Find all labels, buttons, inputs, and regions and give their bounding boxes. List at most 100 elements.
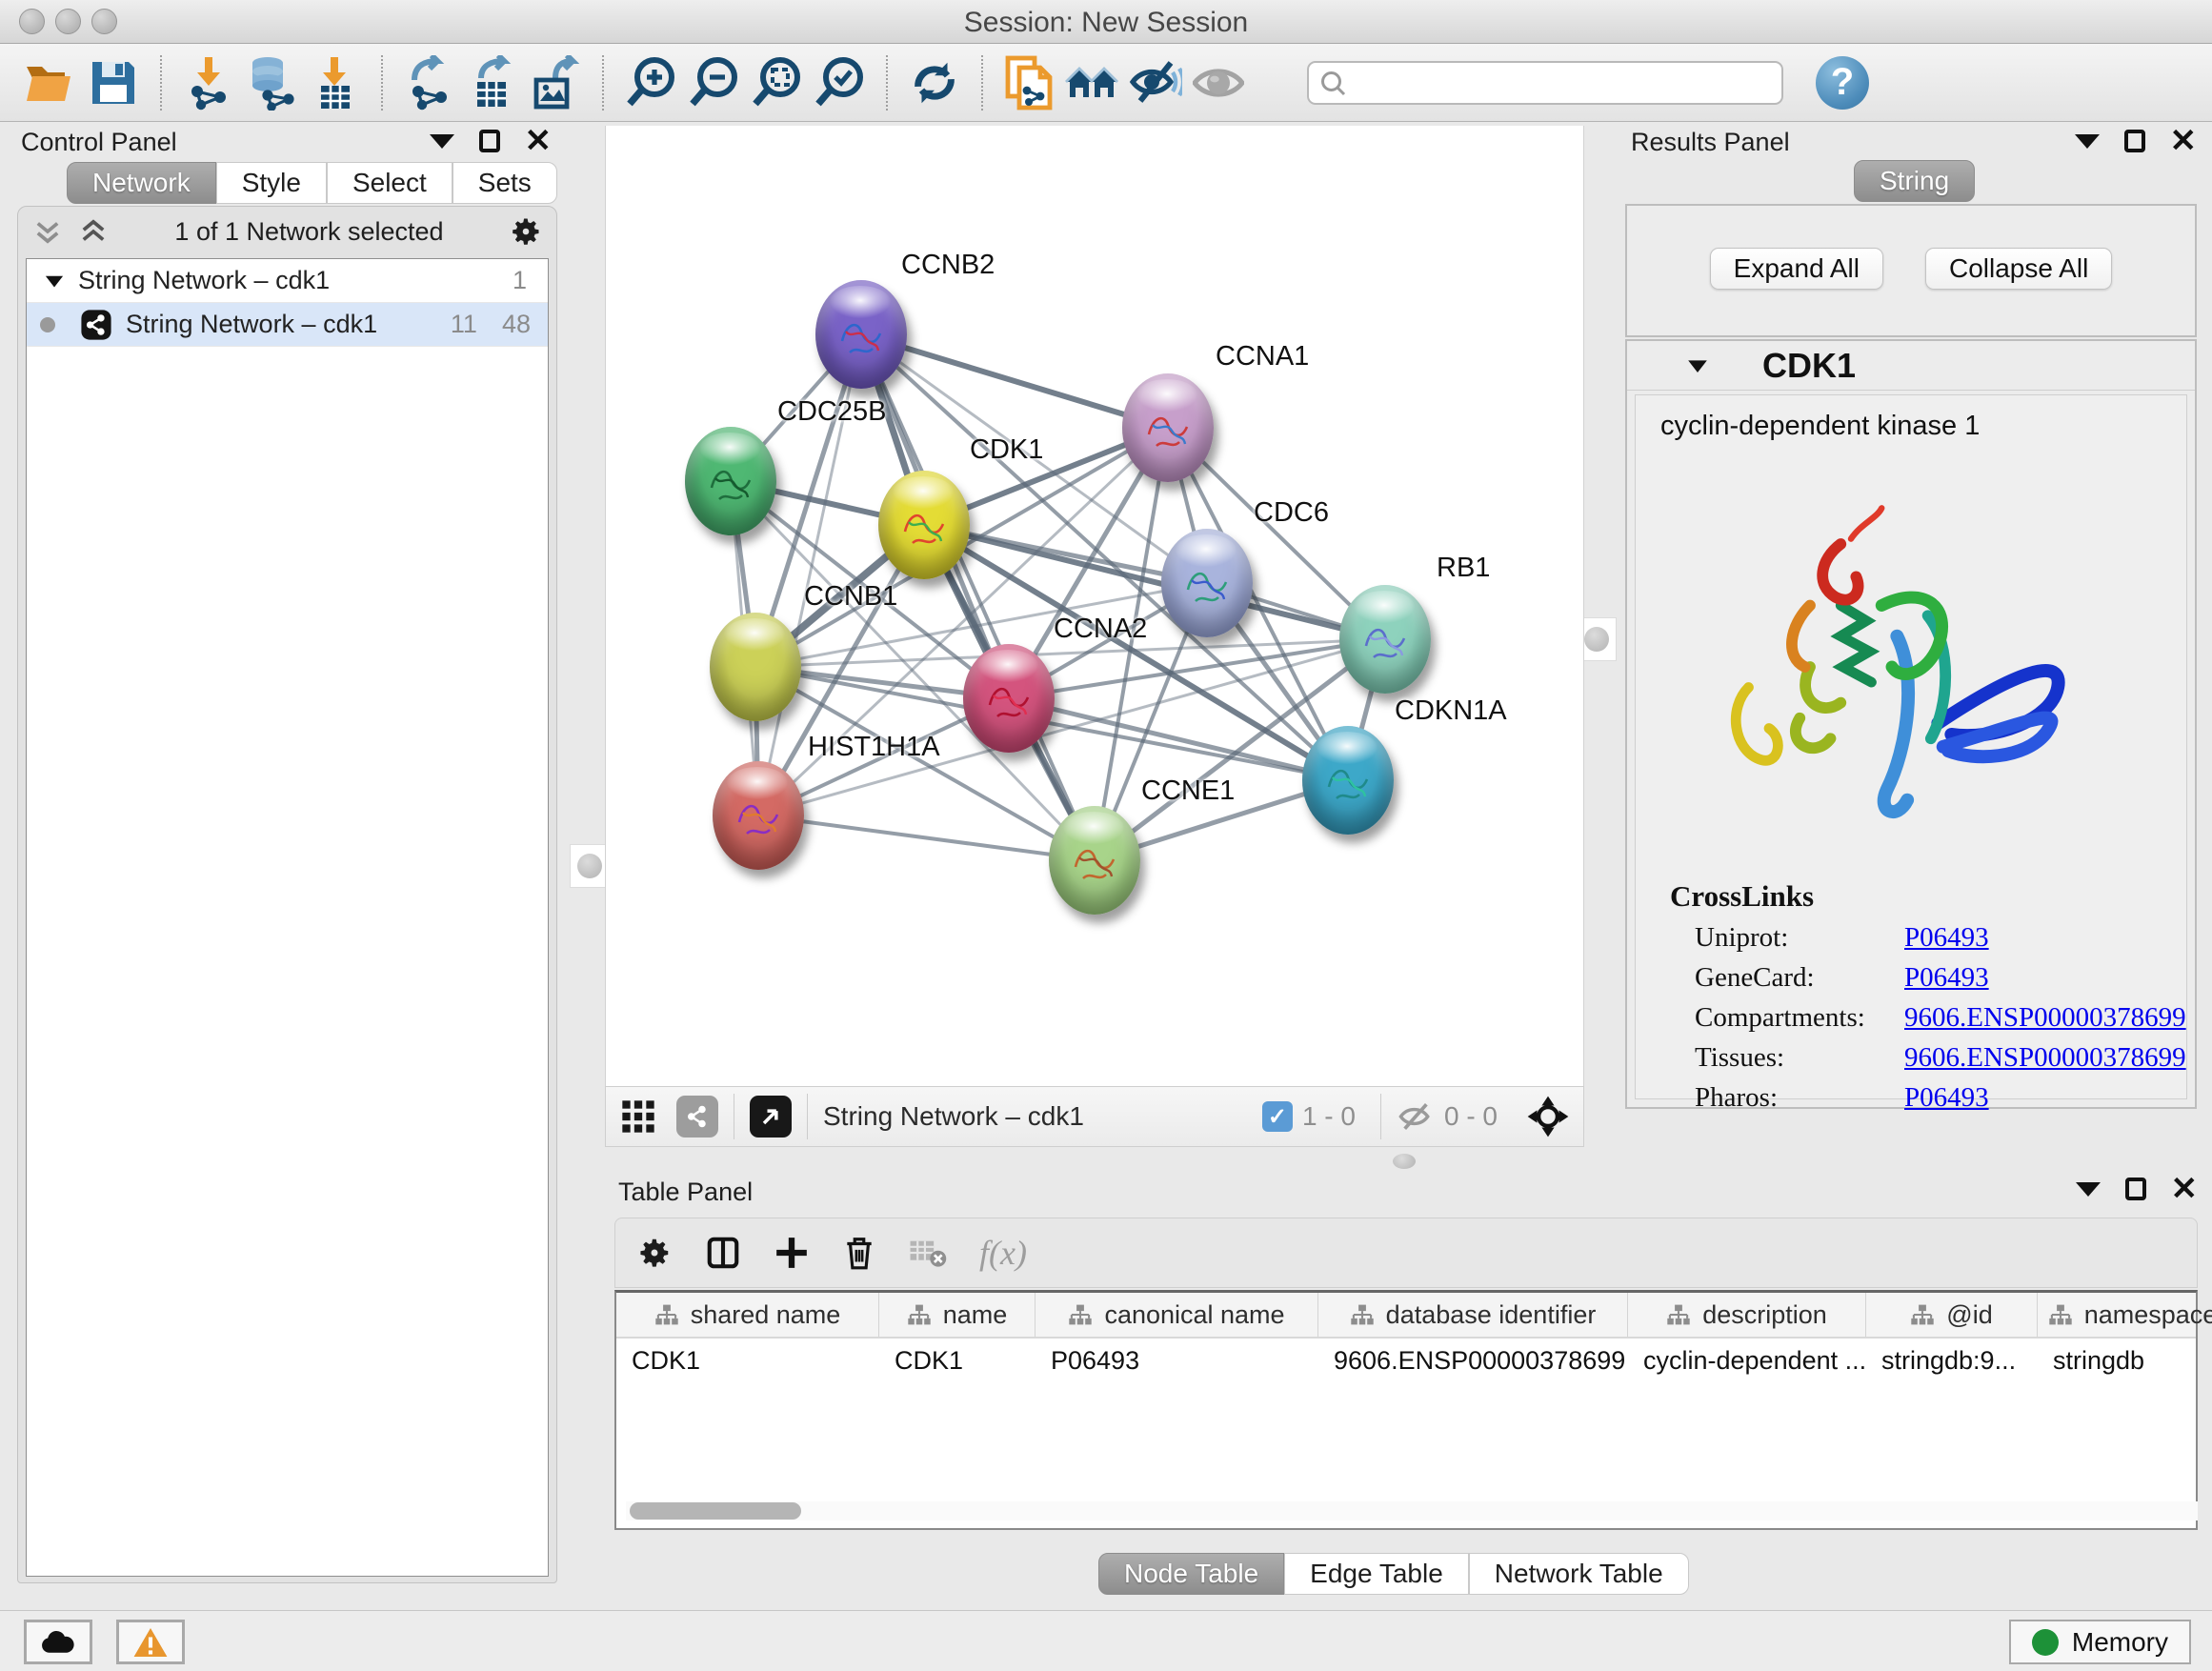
crosslink-link[interactable]: P06493 [1904,1082,1989,1114]
left-splitter-handle[interactable] [570,844,610,888]
network-edge[interactable] [758,815,1095,860]
network-node-CDKN1A[interactable] [1302,726,1394,835]
crosslink-link[interactable]: 9606.ENSP00000378699 [1904,1002,2186,1034]
table-cell[interactable]: CDK1 [879,1339,1036,1382]
export-network-button[interactable] [398,51,461,114]
search-input[interactable] [1347,68,1757,97]
table-cell[interactable]: CDK1 [616,1339,879,1382]
save-session-button[interactable] [82,51,145,114]
panel-minimize-icon[interactable] [430,134,454,149]
column-header-@id[interactable]: @id [1866,1293,2038,1337]
change-defaults-button[interactable] [1061,51,1124,114]
network-node-CDC25B[interactable] [685,427,776,535]
disabled-eye-button [1187,51,1250,114]
node-table[interactable]: shared namenamecanonical namedatabase id… [614,1290,2198,1530]
table-cell[interactable]: stringdb:9... [1866,1339,2038,1382]
tab-edge-table[interactable]: Edge Table [1284,1553,1469,1595]
string-share-button[interactable] [676,1096,718,1137]
column-header-shared-name[interactable]: shared name [616,1293,879,1337]
network-node-CCNA2[interactable] [963,644,1055,753]
column-header-database-identifier[interactable]: database identifier [1318,1293,1628,1337]
panel-minimize-icon[interactable] [2075,134,2100,149]
network-node-RB1[interactable] [1339,585,1431,694]
open-in-window-button[interactable] [750,1096,792,1137]
cloud-status-button[interactable] [24,1620,92,1664]
table-cell[interactable]: P06493 [1036,1339,1318,1382]
add-column-icon[interactable] [774,1235,810,1271]
birdseye-toggle-icon[interactable] [1526,1095,1570,1138]
tab-sets[interactable]: Sets [452,162,557,204]
tab-network-table[interactable]: Network Table [1469,1553,1689,1595]
network-node-CDC6[interactable] [1161,529,1253,637]
clone-network-button[interactable] [998,51,1061,114]
panel-close-icon[interactable]: ✕ [2170,130,2198,152]
expand-all-button[interactable]: Expand All [1710,248,1883,290]
table-cell[interactable]: 9606.ENSP00000378699 [1318,1339,1628,1382]
network-node-CCNA1[interactable] [1122,373,1214,482]
tab-string[interactable]: String [1854,160,1975,202]
protein-ribbon-thumbnail [1317,749,1378,815]
warning-status-button[interactable] [116,1620,185,1664]
refresh-button[interactable] [903,51,966,114]
tab-network[interactable]: Network [67,162,216,204]
show-columns-icon[interactable] [705,1235,741,1271]
table-cell[interactable]: cyclin-dependent ... [1628,1339,1866,1382]
network-collection-row[interactable]: String Network – cdk1 1 [27,259,548,303]
search-box[interactable] [1307,61,1783,105]
zoom-in-button[interactable] [619,51,682,114]
open-session-button[interactable] [19,51,82,114]
expand-all-icon[interactable] [77,215,110,248]
import-network-file-button[interactable] [177,51,240,114]
network-node-CCNB1[interactable] [710,613,801,721]
panel-float-icon[interactable] [479,130,500,152]
panel-close-icon[interactable]: ✕ [525,130,553,152]
grid-view-icon[interactable] [619,1097,657,1136]
column-header-namespace[interactable]: namespace [2038,1293,2212,1337]
import-table-file-button[interactable] [303,51,366,114]
gear-icon[interactable] [509,214,543,249]
column-header-description[interactable]: description [1628,1293,1866,1337]
collapse-all-button[interactable]: Collapse All [1925,248,2112,290]
network-node-CCNB2[interactable] [815,280,907,389]
crosslink-link[interactable]: 9606.ENSP00000378699 [1904,1042,2186,1074]
tab-node-table[interactable]: Node Table [1098,1553,1284,1595]
table-horizontal-scrollbar[interactable] [626,1501,2198,1520]
table-toolbar: f(x) [614,1218,2198,1288]
network-row[interactable]: String Network – cdk1 11 48 [27,303,548,347]
selected-items-checkbox[interactable]: ✓ [1262,1101,1293,1132]
network-node-HIST1H1A[interactable] [713,761,804,870]
tab-select[interactable]: Select [327,162,452,204]
gene-section-header[interactable]: CDK1 [1627,341,2195,391]
collapse-all-icon[interactable] [31,215,64,248]
column-header-canonical-name[interactable]: canonical name [1036,1293,1318,1337]
export-table-button[interactable] [461,51,524,114]
network-node-CDK1[interactable] [878,471,970,579]
network-view[interactable]: CCNB2CCNA1CDC25BCDK1CDC6RB1CCNB1CCNA2CDK… [605,126,1584,1086]
gear-icon[interactable] [636,1235,673,1271]
panel-float-icon[interactable] [2125,1178,2146,1200]
show-hide-button[interactable] [1124,51,1187,114]
memory-button[interactable]: Memory [2009,1620,2191,1664]
scrollbar-thumb[interactable] [630,1502,801,1520]
zoom-selected-button[interactable] [808,51,871,114]
table-row[interactable]: CDK1CDK1P064939606.ENSP00000378699cyclin… [616,1339,2196,1382]
column-header-name[interactable]: name [879,1293,1036,1337]
delete-column-icon[interactable] [842,1235,876,1271]
crosslink-link[interactable]: P06493 [1904,962,1989,994]
network-node-CCNE1[interactable] [1049,806,1140,915]
help-button[interactable]: ? [1816,56,1869,110]
crosslink-link[interactable]: P06493 [1904,922,1989,954]
network-edge[interactable] [861,334,1168,428]
zoom-out-button[interactable] [682,51,745,114]
horizontal-splitter-handle[interactable] [1393,1154,1416,1169]
panel-minimize-icon[interactable] [2076,1182,2101,1197]
import-network-database-button[interactable] [240,51,303,114]
section-expander-icon[interactable] [1684,352,1711,379]
tab-style[interactable]: Style [216,162,327,204]
zoom-fit-button[interactable] [745,51,808,114]
panel-float-icon[interactable] [2124,130,2145,152]
tree-expander-icon[interactable] [42,269,67,293]
export-image-button[interactable] [524,51,587,114]
panel-close-icon[interactable]: ✕ [2171,1178,2199,1200]
table-cell[interactable]: stringdb [2038,1339,2212,1382]
